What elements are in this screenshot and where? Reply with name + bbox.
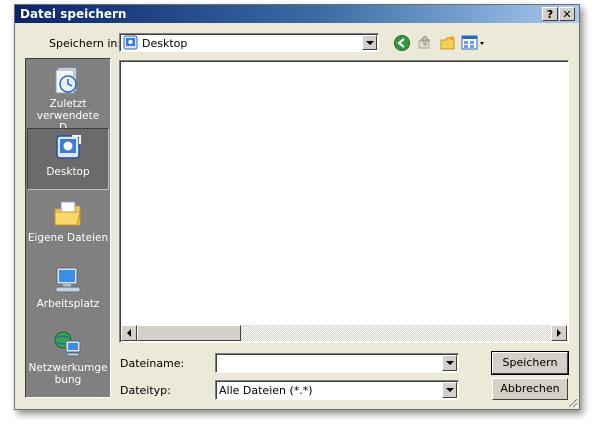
- save-in-value: Desktop: [142, 37, 188, 50]
- network-icon: [54, 331, 81, 357]
- filetype-label: Dateityp:: [120, 384, 171, 397]
- view-menu-icon[interactable]: [461, 34, 487, 52]
- new-folder-icon[interactable]: [439, 34, 457, 52]
- desktop-icon: [56, 135, 81, 159]
- filename-input[interactable]: [215, 353, 459, 373]
- save-in-dropdown-arrow[interactable]: [362, 35, 377, 50]
- scroll-left-button[interactable]: [121, 325, 137, 341]
- filename-label: Dateiname:: [120, 357, 185, 370]
- filename-dropdown-arrow[interactable]: [442, 355, 457, 371]
- close-button[interactable]: ✕: [559, 7, 575, 21]
- file-list[interactable]: [119, 60, 569, 343]
- back-icon[interactable]: [393, 34, 411, 52]
- place-network[interactable]: Netzwerkumge bung: [27, 325, 109, 391]
- up-folder-icon[interactable]: [416, 34, 434, 52]
- arrow-right-icon: [557, 329, 561, 337]
- cancel-button[interactable]: Abbrechen: [492, 378, 568, 400]
- place-my-documents[interactable]: Eigene Dateien: [27, 195, 109, 257]
- place-label-my-computer: Arbeitsplatz: [36, 298, 100, 310]
- filetype-dropdown-arrow[interactable]: [442, 382, 457, 398]
- my-computer-icon: [55, 267, 81, 293]
- resize-grip-icon[interactable]: [566, 396, 578, 408]
- arrow-left-icon: [127, 329, 131, 337]
- place-recent[interactable]: Zuletzt verwendete D...: [27, 61, 109, 134]
- dialog-title: Datei speichern: [20, 7, 127, 21]
- place-label-network: Netzwerkumge bung: [28, 362, 108, 386]
- recent-documents-icon: [55, 67, 77, 94]
- place-my-computer[interactable]: Arbeitsplatz: [27, 261, 109, 323]
- place-desktop[interactable]: Desktop: [27, 128, 109, 190]
- filetype-value: Alle Dateien (*.*): [219, 384, 313, 397]
- place-label-desktop: Desktop: [46, 166, 90, 178]
- scroll-thumb[interactable]: [137, 325, 241, 341]
- title-bar[interactable]: Datei speichern ? ✕: [15, 5, 579, 23]
- places-bar: Zuletzt verwendete D... Desktop Eigene D…: [25, 58, 111, 398]
- my-documents-icon: [54, 201, 81, 226]
- save-button[interactable]: Speichern: [491, 351, 569, 375]
- save-file-dialog: Datei speichern ? ✕ Speichern in: Deskto…: [14, 4, 580, 410]
- place-label-my-documents: Eigene Dateien: [27, 232, 109, 244]
- save-in-label: Speichern in:: [49, 37, 122, 50]
- filetype-select[interactable]: Alle Dateien (*.*): [215, 380, 459, 400]
- scroll-right-button[interactable]: [551, 325, 567, 341]
- desktop-small-icon: [123, 35, 138, 50]
- horizontal-scrollbar[interactable]: [121, 325, 567, 341]
- help-button[interactable]: ?: [542, 7, 558, 21]
- save-in-combo[interactable]: Desktop: [119, 33, 379, 52]
